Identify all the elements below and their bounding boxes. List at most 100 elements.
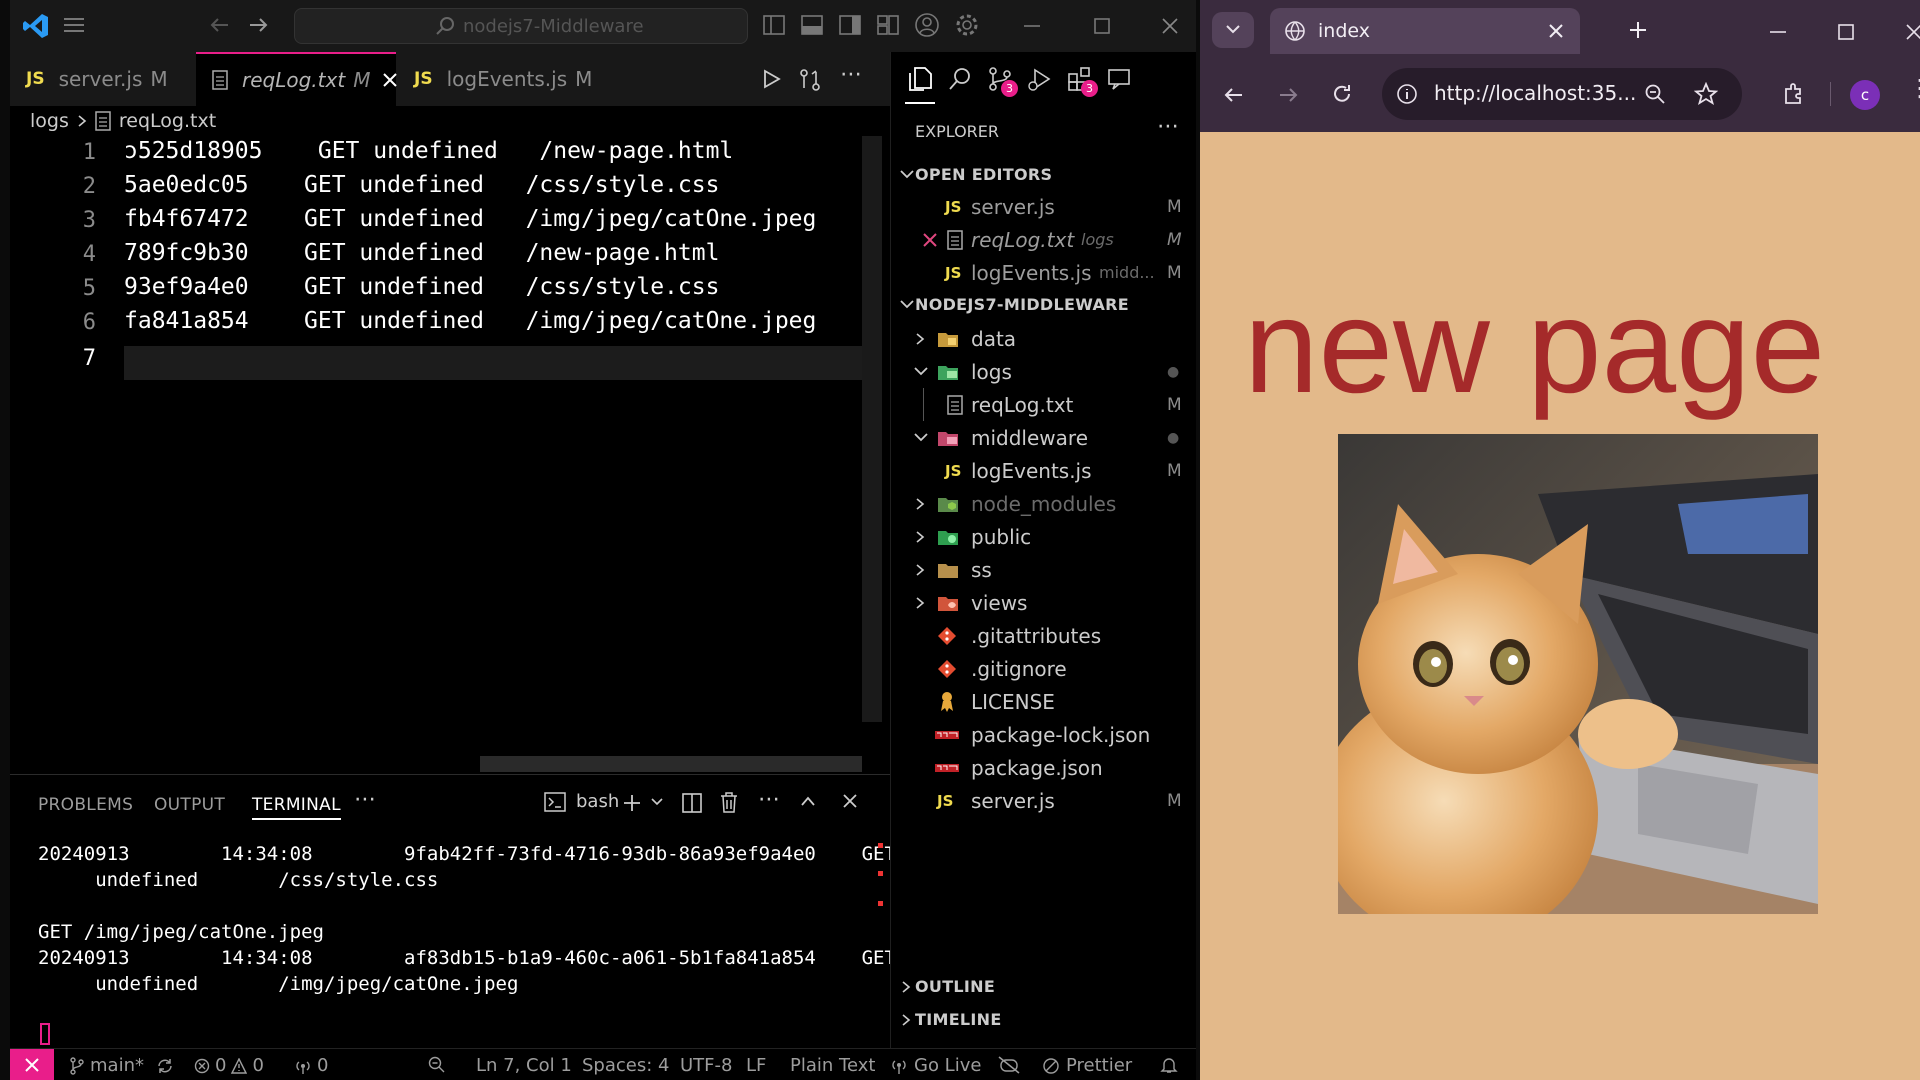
problems-indicator[interactable]: 0 0 — [194, 1055, 264, 1076]
breadcrumb-file[interactable]: reqLog.txt — [119, 110, 216, 132]
warning-icon — [231, 1057, 248, 1074]
remote-explorer-icon[interactable] — [1107, 66, 1133, 92]
forward-arrow-icon[interactable] — [1276, 84, 1300, 106]
language-mode[interactable]: Plain Text — [790, 1055, 875, 1076]
folder-public-icon — [937, 528, 959, 546]
minimize-icon[interactable] — [1022, 16, 1042, 36]
zoom-icon[interactable] — [1644, 83, 1666, 105]
close-panel-icon[interactable] — [842, 793, 858, 809]
tree-folder-public[interactable]: public — [891, 520, 1196, 553]
go-live-button[interactable]: Go Live — [890, 1055, 981, 1076]
tab-output[interactable]: OUTPUT — [154, 795, 225, 815]
zoom-icon[interactable] — [428, 1056, 446, 1074]
settings-gear-icon[interactable] — [954, 12, 980, 38]
tree-file-gitattributes[interactable]: .gitattributes — [891, 619, 1196, 652]
branch-indicator[interactable]: main* — [70, 1055, 174, 1076]
back-arrow-icon[interactable] — [208, 14, 232, 36]
accounts-icon[interactable] — [914, 12, 940, 38]
tab-search-button[interactable] — [1212, 12, 1254, 48]
run-debug-icon[interactable] — [1027, 66, 1053, 92]
more-actions-icon[interactable]: ⋯ — [840, 62, 862, 87]
toggle-sidebar-icon[interactable] — [762, 14, 786, 36]
notifications-bell-icon[interactable] — [1160, 1056, 1178, 1074]
run-icon[interactable] — [760, 68, 782, 90]
close-editor-icon[interactable] — [923, 232, 937, 247]
tree-file-logevents-js[interactable]: JS logEvents.js M — [891, 454, 1196, 487]
minimize-icon[interactable] — [1768, 22, 1788, 42]
encoding[interactable]: UTF-8 — [680, 1055, 732, 1076]
indentation[interactable]: Spaces: 4 — [582, 1055, 669, 1076]
menu-icon[interactable] — [62, 14, 86, 36]
address-bar[interactable]: http://localhost:35... — [1382, 68, 1742, 120]
tab-server-js[interactable]: JS server.js M — [10, 52, 192, 106]
new-tab-plus-icon[interactable] — [1628, 20, 1648, 40]
tab-reqlog-txt[interactable]: reqLog.txt M — [196, 52, 398, 106]
vertical-scrollbar[interactable] — [862, 136, 882, 722]
sync-icon[interactable] — [156, 1057, 174, 1075]
tab-terminal[interactable]: TERMINAL — [252, 795, 341, 820]
open-editor-reqlog-txt[interactable]: reqLog.txt logs M — [891, 223, 1196, 256]
tree-file-server-js[interactable]: JS server.js M — [891, 784, 1196, 817]
browser-tab-index[interactable]: index — [1270, 8, 1580, 54]
tree-folder-logs[interactable]: logs ● — [891, 355, 1196, 388]
tree-file-gitignore[interactable]: .gitignore — [891, 652, 1196, 685]
chrome-menu-icon[interactable]: ⋮ — [1908, 76, 1920, 100]
extensions-puzzle-icon[interactable] — [1782, 82, 1806, 106]
chevron-down-icon[interactable] — [650, 797, 664, 807]
section-timeline[interactable]: TIMELINE — [891, 1003, 1196, 1036]
profile-avatar[interactable]: c — [1850, 80, 1880, 110]
search-view-icon[interactable] — [947, 66, 973, 92]
end-of-line[interactable]: LF — [746, 1055, 766, 1076]
tree-folder-node-modules[interactable]: node_modules — [891, 487, 1196, 520]
toggle-secondary-sidebar-icon[interactable] — [838, 14, 862, 36]
command-center-search[interactable]: nodejs7-Middleware — [294, 8, 748, 44]
copilot-disabled-icon[interactable] — [998, 1056, 1020, 1074]
js-file-icon: JS — [414, 69, 433, 89]
tree-file-license[interactable]: LICENSE — [891, 685, 1196, 718]
toggle-panel-icon[interactable] — [800, 14, 824, 36]
new-terminal-plus-icon[interactable] — [622, 793, 642, 813]
remote-indicator[interactable] — [10, 1049, 54, 1080]
tree-file-package-lock-json[interactable]: package-lock.json — [891, 718, 1196, 751]
tab-logevents-js[interactable]: JS logEvents.js M — [398, 52, 592, 106]
panel-more-icon[interactable]: ⋯ — [354, 787, 376, 812]
tree-folder-middleware[interactable]: middleware ● — [891, 421, 1196, 454]
terminal-more-icon[interactable]: ⋯ — [758, 787, 780, 812]
tree-folder-data[interactable]: data — [891, 322, 1196, 355]
open-editor-server-js[interactable]: JS server.js M — [891, 190, 1196, 223]
bookmark-star-icon[interactable] — [1694, 82, 1718, 106]
tree-folder-views[interactable]: views — [891, 586, 1196, 619]
maximize-panel-chevron-up-icon[interactable] — [800, 795, 816, 807]
trash-icon[interactable] — [720, 792, 738, 814]
section-outline[interactable]: OUTLINE — [891, 970, 1196, 1003]
tab-problems[interactable]: PROBLEMS — [38, 795, 133, 815]
section-project[interactable]: NODEJS7-MIDDLEWARE — [891, 288, 1196, 321]
explorer-files-icon[interactable] — [907, 66, 933, 92]
cursor-position[interactable]: Ln 7, Col 1 — [476, 1055, 572, 1076]
compare-changes-icon[interactable] — [798, 68, 822, 92]
ports-indicator[interactable]: 0 — [294, 1055, 328, 1076]
close-window-icon[interactable] — [1160, 16, 1180, 36]
reload-icon[interactable] — [1330, 82, 1354, 106]
breadcrumb-folder[interactable]: logs — [30, 110, 69, 132]
close-tab-icon[interactable] — [382, 72, 398, 88]
open-editor-logevents-js[interactable]: JS logEvents.js midd... M — [891, 256, 1196, 289]
terminal-shell-selector[interactable]: bash — [544, 791, 619, 812]
horizontal-scrollbar[interactable] — [480, 756, 862, 772]
split-terminal-icon[interactable] — [682, 793, 702, 813]
site-info-icon[interactable] — [1396, 83, 1418, 105]
tree-file-reqlog-txt[interactable]: reqLog.txt M — [891, 388, 1196, 421]
back-arrow-icon[interactable] — [1222, 84, 1246, 106]
forward-arrow-icon[interactable] — [246, 14, 270, 36]
tree-file-package-json[interactable]: package.json — [891, 751, 1196, 784]
tree-folder-ss[interactable]: ss — [891, 553, 1196, 586]
section-open-editors[interactable]: OPEN EDITORS — [891, 158, 1196, 191]
explorer-more-icon[interactable]: ⋯ — [1157, 114, 1179, 139]
customize-layout-icon[interactable] — [876, 14, 900, 36]
maximize-icon[interactable] — [1836, 22, 1856, 42]
editor-area[interactable]: logs reqLog.txt 1 2 3 4 5 6 7 ɔ525d18905… — [10, 106, 890, 774]
close-tab-icon[interactable] — [1548, 23, 1564, 39]
prettier-indicator[interactable]: Prettier — [1042, 1055, 1132, 1076]
close-window-icon[interactable] — [1904, 22, 1920, 42]
maximize-icon[interactable] — [1092, 16, 1112, 36]
